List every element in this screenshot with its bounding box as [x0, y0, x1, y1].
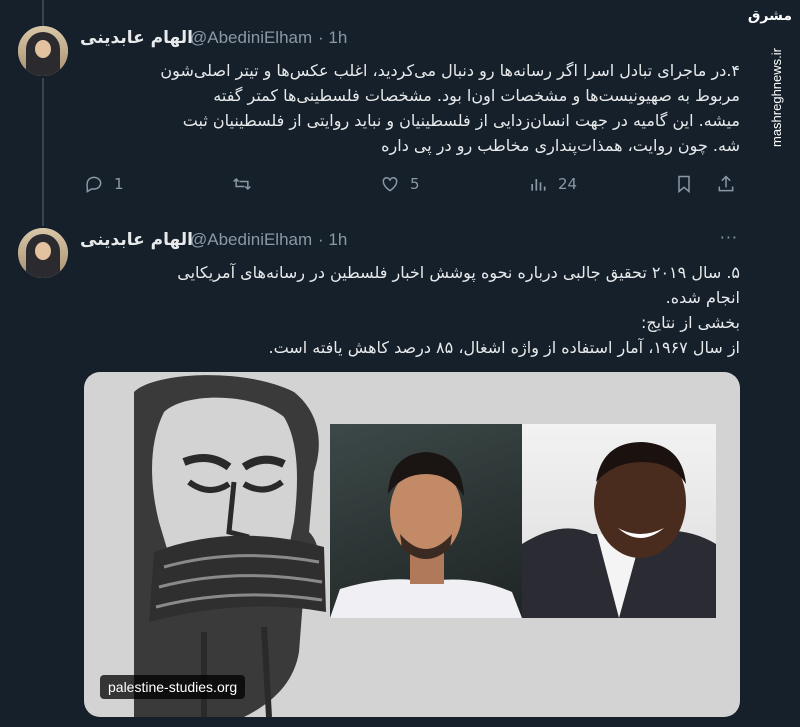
photo-man-left [330, 424, 522, 618]
retweet-button[interactable] [232, 174, 252, 194]
more-options-button[interactable]: ··· [720, 228, 738, 247]
avatar[interactable] [18, 26, 68, 76]
reply-button[interactable]: 1 [84, 174, 124, 194]
thread-line-top [42, 0, 44, 26]
like-count: 5 [410, 175, 420, 193]
tweet-1[interactable]: الهام عابدینی @AbediniElham · 1h ۴.در ما… [0, 26, 800, 226]
bookmark-icon [678, 175, 690, 194]
thread-line [42, 78, 44, 226]
watermark-logo: مشرق [747, 8, 792, 24]
gagged-man-illustration [134, 375, 326, 717]
tweet-time[interactable]: · 1h [318, 28, 347, 48]
tweet-media[interactable]: palestine-studies.org [84, 372, 740, 717]
author-handle[interactable]: @AbediniElham [190, 28, 312, 48]
author-name[interactable]: الهام عابدینی [80, 230, 193, 250]
bookmark-button[interactable] [674, 174, 694, 194]
tweet-text: ۵. سال ۲۰۱۹ تحقیق جالبی درباره نحوه پوشش… [177, 263, 740, 357]
avatar[interactable] [18, 228, 68, 278]
like-button[interactable]: 5 [380, 174, 420, 194]
reply-icon [86, 176, 102, 193]
view-count: 24 [558, 175, 578, 193]
share-button[interactable] [716, 174, 736, 194]
views-button[interactable]: 24 [528, 174, 577, 194]
heart-icon [382, 176, 398, 192]
tweet-time[interactable]: · 1h [318, 230, 347, 250]
retweet-icon [233, 177, 251, 191]
author-handle[interactable]: @AbediniElham [190, 230, 312, 250]
media-source-link[interactable]: palestine-studies.org [100, 675, 246, 699]
views-icon [531, 179, 546, 191]
tweet-text: ۴.در ماجرای تبادل اسرا اگر رسانه‌ها رو د… [160, 61, 740, 155]
author-name[interactable]: الهام عابدینی [80, 28, 193, 48]
action-bar: 1 5 24 [80, 174, 740, 198]
photo-man-right [522, 424, 716, 618]
share-icon [718, 175, 734, 192]
reply-count: 1 [114, 175, 124, 193]
